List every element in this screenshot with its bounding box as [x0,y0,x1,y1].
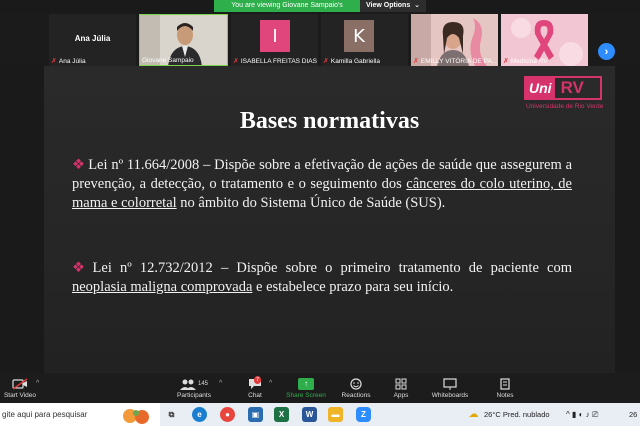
chevron-down-icon: ⌄ [414,2,420,9]
diamond-bullet-icon: ❖ [72,157,86,173]
mic-muted-icon: ✗ [503,58,509,65]
reactions-button[interactable]: Reactions [338,376,374,399]
share-screen-icon: ↑ [298,377,314,390]
paragraph-2-end: e estabelece prazo para seu início. [252,279,454,295]
mic-muted-icon: ✗ [413,58,419,65]
whiteboard-icon [428,376,472,391]
weather-text[interactable]: 26°C Pred. nublado [484,403,550,426]
participant-label: ✗ Ana Júlia [51,57,86,66]
notes-icon [490,376,520,391]
participants-icon: 145 [172,376,216,391]
chat-options-caret[interactable]: ^ [269,380,272,387]
participant-label-text: Kamilla Gabriella [330,57,381,65]
shared-screen: Uni RV Universidade de Rio Verde Bases n… [44,66,615,373]
view-options-button[interactable]: View Options ⌄ [360,0,426,12]
next-page-button[interactable]: › [598,43,615,60]
system-tray-icons[interactable]: ^ ▮ ◐ ♪ ⎚ [566,403,598,426]
mic-muted-icon: ✗ [233,58,239,65]
excel-icon[interactable]: X [274,407,289,422]
participant-tile-ana-julia[interactable]: Ana Júlia ✗ Ana Júlia [49,14,136,66]
participant-label-text: EMILLY VITÓRIA DE PA... [420,57,498,65]
participant-label: ✗ ISABELLA FREITAS DIAS [233,57,317,66]
participant-label-text: ISABELLA FREITAS DIAS [240,57,317,65]
notes-button[interactable]: Notes [490,376,520,399]
participant-label-text: Ana Júlia [58,57,86,65]
windows-taskbar: gite aqui para pesquisar ⧉ e ● ▣ X W ▬ Z… [0,403,640,426]
screen-share-banner: You are viewing Giovane Sampaio's screen… [0,0,640,21]
start-video-button[interactable]: Start Video [0,376,40,399]
avatar-initial: I [260,20,290,52]
slide-title: Bases normativas [239,108,420,134]
paragraph-1-end: no âmbito do Sistema Único de Saúde (SUS… [176,195,446,211]
participant-label-text: Giovane Sampaio [142,57,194,64]
participant-gallery: Ana Júlia ✗ Ana Júlia Giovane Sampaio I [0,12,640,66]
taskbar-clock[interactable]: 26 [629,403,637,426]
paragraph-2-start: Lei nº 12.732/2012 – Dispõe sobre o prim… [92,260,573,276]
chat-badge: 7 [254,376,262,384]
slide-paragraph-1: ❖ Lei nº 11.664/2008 – Dispõe sobre a efe… [72,156,572,213]
diamond-bullet-icon: ❖ [72,260,90,276]
chrome-browser-icon[interactable]: ● [220,407,235,422]
whiteboards-button[interactable]: Whiteboards [428,376,472,399]
mic-muted-icon: ✗ [323,58,329,65]
whiteboards-label: Whiteboards [431,392,469,399]
reactions-icon [338,376,374,391]
participant-label: Giovane Sampaio [142,57,194,64]
task-view-icon[interactable]: ⧉ [164,407,179,422]
chevron-right-icon: › [604,45,609,58]
video-off-icon [0,376,40,391]
notes-label: Notes [496,392,514,399]
participant-label-text: Medicina RV [510,57,548,65]
avatar-initial: K [344,20,374,52]
logo-box: Uni RV [524,76,602,100]
start-video-label: Start Video [3,392,37,399]
video-options-caret[interactable]: ^ [36,380,39,387]
participant-tile-medicina[interactable]: ✗ Medicina RV [501,14,588,66]
chat-icon: 7 [239,376,271,391]
word-icon[interactable]: W [302,407,317,422]
zoom-window: You are viewing Giovane Sampaio's screen… [0,0,640,426]
participants-options-caret[interactable]: ^ [219,380,222,387]
edge-browser-icon[interactable]: e [192,407,207,422]
participants-button[interactable]: 145 Participants [172,376,216,399]
meeting-controls: Start Video ^ 145 Participants ^ 7 Chat … [0,373,640,403]
chat-label: Chat [248,392,262,399]
zoom-app-icon[interactable]: Z [356,407,371,422]
view-options-label: View Options [366,2,411,9]
share-screen-icon-wrap: ↑ [284,376,328,391]
paragraph-2-underlined: neoplasia maligna comprovada [72,279,253,295]
store-icon[interactable]: ▣ [248,407,263,422]
apps-label: Apps [393,392,409,399]
apps-icon [386,376,416,391]
mic-muted-icon: ✗ [51,58,57,65]
participants-label: Participants [177,392,211,399]
participant-label: ✗ EMILLY VITÓRIA DE PA... [413,57,498,66]
file-explorer-icon[interactable]: ▬ [328,407,343,422]
chat-button[interactable]: 7 Chat [239,376,271,399]
share-screen-button[interactable]: ↑ Share Screen [284,376,328,399]
search-highlight-image [123,409,149,424]
participant-label: ✗ Medicina RV [503,57,548,66]
weather-icon[interactable]: ☁ [466,407,481,422]
slide-paragraph-2: ❖ Lei nº 12.732/2012 – Dispõe sobre o pri… [72,259,572,297]
participant-tile-isabella[interactable]: I ✗ ISABELLA FREITAS DIAS [231,14,318,66]
participant-tile-giovane[interactable]: Giovane Sampaio [139,14,228,66]
share-screen-label: Share Screen [286,392,326,399]
participant-tile-kamilla[interactable]: K ✗ Kamilla Gabriella [321,14,408,66]
participant-name-center: Ana Júlia [74,34,111,43]
reactions-label: Reactions [341,392,371,399]
participant-tile-emilly[interactable]: ✗ EMILLY VITÓRIA DE PA... [411,14,498,66]
apps-button[interactable]: Apps [386,376,416,399]
logo-rv-text: RV [560,78,584,97]
viewing-screen-text: You are viewing Giovane Sampaio's screen [214,0,360,21]
participants-count: 145 [197,380,208,387]
logo-uni-text: Uni [526,78,555,98]
participant-label: ✗ Kamilla Gabriella [323,57,381,66]
